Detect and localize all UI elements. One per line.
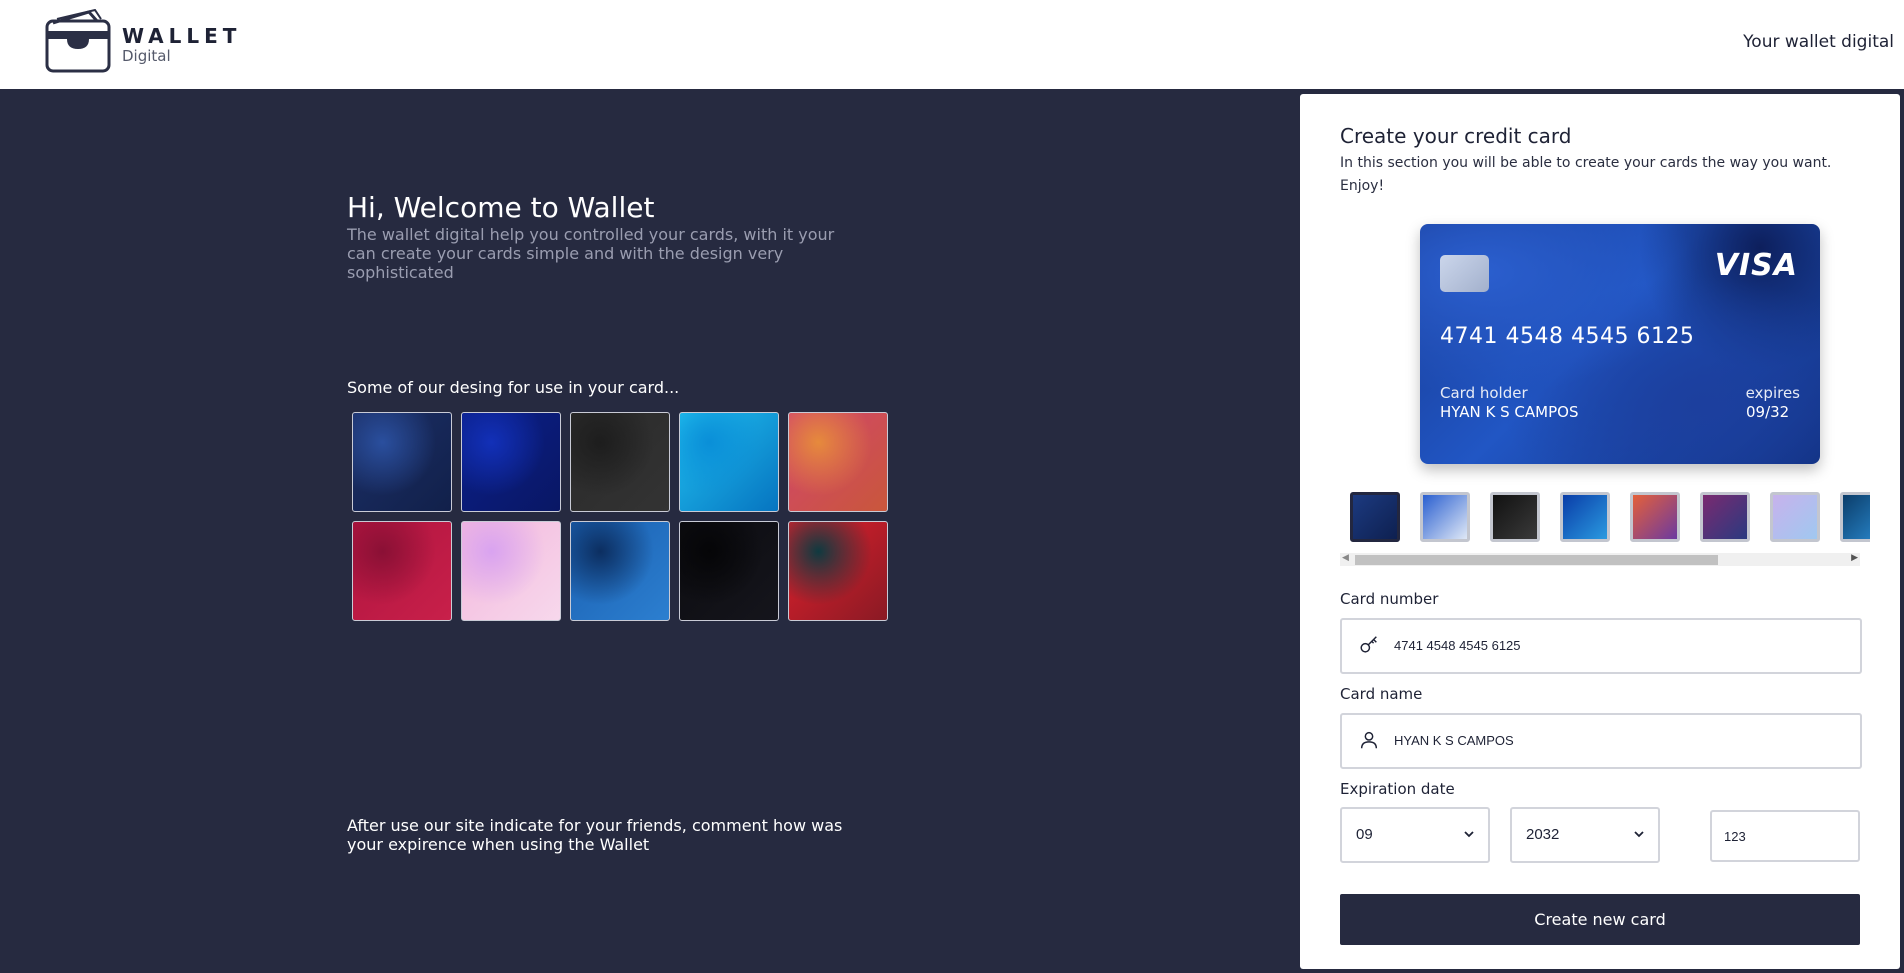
logo-title: WALLET xyxy=(122,24,242,48)
card-preview-number: 4741 4548 4545 6125 xyxy=(1440,324,1695,349)
design-selector-scrollbar[interactable]: ◀ ▶ xyxy=(1340,553,1860,566)
designs-label: Some of our desing for use in your card.… xyxy=(347,378,680,397)
design-swatch-purple-pink[interactable] xyxy=(1700,492,1750,542)
panel-description: In this section you will be able to crea… xyxy=(1340,155,1832,194)
create-card-panel: Create your credit card In this section … xyxy=(1300,94,1900,969)
design-swatch-dark-blue[interactable] xyxy=(1350,492,1400,542)
welcome-title: Hi, Welcome to Wallet xyxy=(347,191,655,224)
design-thumbnail-navy-planet[interactable] xyxy=(461,412,561,512)
card-name-field[interactable] xyxy=(1340,713,1862,769)
header-tagline: Your wallet digital xyxy=(1743,32,1894,52)
card-holder-name: HYAN K S CAMPOS xyxy=(1440,403,1579,421)
chevron-down-icon xyxy=(1464,831,1474,838)
design-thumbnail-orange-pink-abstract[interactable] xyxy=(788,412,888,512)
design-thumbnail-pink-marble[interactable] xyxy=(461,521,561,621)
top-bar: WALLET Digital Your wallet digital xyxy=(0,0,1904,89)
design-swatch-sunset-abstract[interactable] xyxy=(1630,492,1680,542)
chevron-down-icon xyxy=(1634,831,1644,838)
card-expires-value: 09/32 xyxy=(1746,403,1790,421)
card-preview: VISA 4741 4548 4545 6125 Card holder HYA… xyxy=(1420,224,1820,464)
scroll-right-icon[interactable]: ▶ xyxy=(1851,553,1858,563)
scrollbar-thumb[interactable] xyxy=(1355,555,1718,565)
year-select[interactable]: 2032 xyxy=(1510,807,1660,863)
wallet-logo-icon xyxy=(45,9,111,73)
design-swatch-blue-white-swirl[interactable] xyxy=(1420,492,1470,542)
create-new-card-button[interactable]: Create new card xyxy=(1340,894,1860,945)
design-selector xyxy=(1350,492,1870,547)
month-select[interactable]: 09 xyxy=(1340,807,1490,863)
key-icon xyxy=(1360,636,1377,653)
user-icon xyxy=(1360,731,1378,749)
scroll-left-icon[interactable]: ◀ xyxy=(1342,553,1349,563)
panel-title: Create your credit card xyxy=(1340,124,1572,148)
card-name-input[interactable] xyxy=(1394,715,1844,765)
design-swatch-lilac-swirl[interactable] xyxy=(1770,492,1820,542)
visa-logo: VISA xyxy=(1714,248,1798,283)
design-thumbnail-dark-blue-fluid[interactable] xyxy=(352,412,452,512)
card-number-input[interactable] xyxy=(1394,620,1844,670)
card-chip-icon xyxy=(1440,255,1489,292)
card-expires-label: expires xyxy=(1745,384,1800,402)
card-name-label: Card name xyxy=(1340,685,1423,703)
design-thumbnail-night-sky[interactable] xyxy=(679,521,779,621)
logo-subtitle: Digital xyxy=(122,47,171,65)
design-swatch-teal-blue[interactable] xyxy=(1840,492,1870,542)
year-select-value: 2032 xyxy=(1526,826,1560,843)
card-number-label: Card number xyxy=(1340,590,1439,608)
cvv-input[interactable] xyxy=(1724,812,1844,860)
design-thumbnail-black-texture[interactable] xyxy=(570,412,670,512)
card-holder-label: Card holder xyxy=(1440,384,1528,402)
recommend-text: After use our site indicate for your fri… xyxy=(347,816,843,854)
design-thumbnail-ocean-surface[interactable] xyxy=(679,412,779,512)
card-number-field[interactable] xyxy=(1340,618,1862,674)
cvv-field[interactable] xyxy=(1710,810,1860,862)
design-thumbnail-crimson-waves[interactable] xyxy=(352,521,452,621)
design-thumbnail-red-teal-smoke[interactable] xyxy=(788,521,888,621)
design-thumbnail-blue-fluid[interactable] xyxy=(570,521,670,621)
expiration-date-label: Expiration date xyxy=(1340,780,1455,798)
month-select-value: 09 xyxy=(1356,826,1373,843)
design-swatch-deep-blue-glow[interactable] xyxy=(1560,492,1610,542)
welcome-description: The wallet digital help you controlled y… xyxy=(347,225,835,282)
design-swatch-black-silk[interactable] xyxy=(1490,492,1540,542)
